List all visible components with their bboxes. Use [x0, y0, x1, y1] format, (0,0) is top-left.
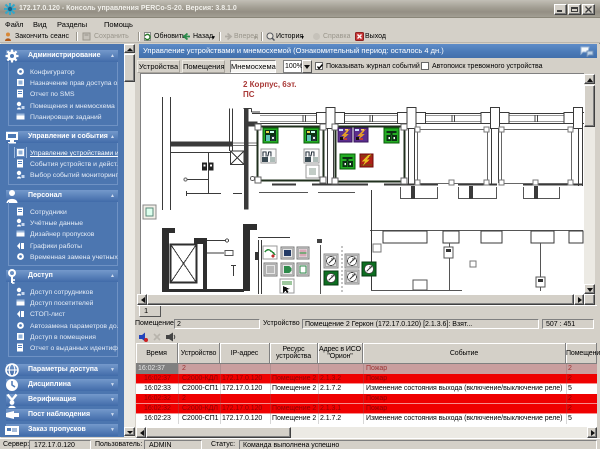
svg-text:2 Корпус, 6эт.: 2 Корпус, 6эт. — [243, 80, 297, 89]
svg-text:ПС: ПС — [243, 90, 255, 99]
